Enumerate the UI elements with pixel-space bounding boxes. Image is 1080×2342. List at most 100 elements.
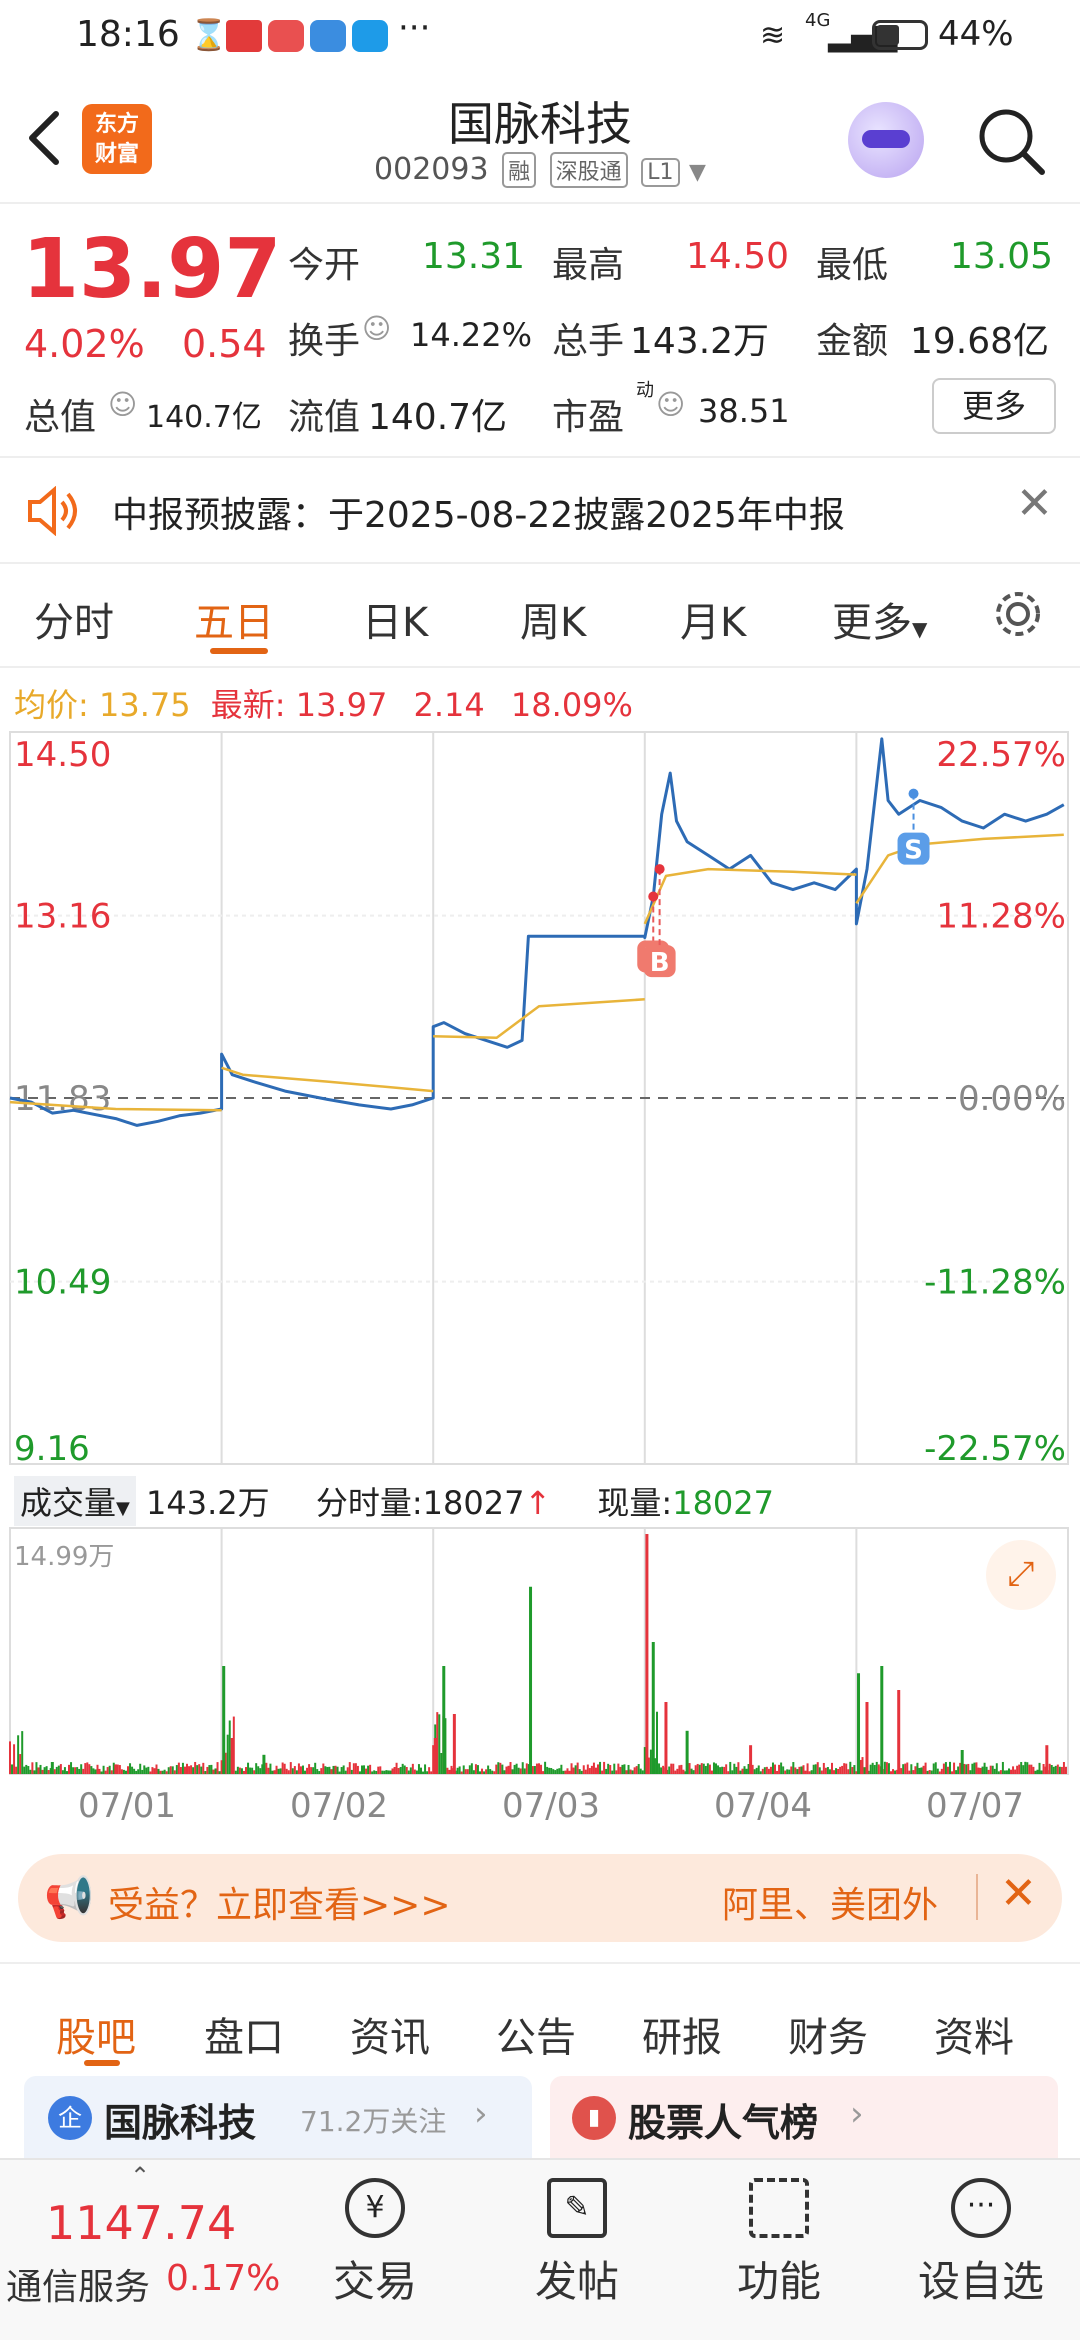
current-volume-label: 现量: [597,1484,673,1522]
latest-value: 13.97 [295,686,388,724]
huawei-icon [268,20,304,52]
index-ticker[interactable]: ⌃ 1147.74 通信服务 0.17% [6,2160,306,2342]
volume-header: 成交量▼ 143.2万 分时量:18027↑ 现量:18027 [14,1476,1080,1526]
tag-level: L1 [641,158,680,187]
divider [0,666,1080,668]
tab-weekly-k[interactable]: 周K [520,590,586,648]
tab-guba[interactable]: 股吧 [56,2005,136,2063]
date-tick: 07/04 [714,1786,812,1826]
tab-monthly-k[interactable]: 月K [680,590,746,648]
tab-daily-k[interactable]: 日K [362,590,428,648]
tab-research[interactable]: 研报 [642,2005,722,2063]
notice-bar[interactable]: 中报预披露：于2025-08-22披露2025年中报 ✕ [0,458,1080,562]
status-time: 18:16 [76,14,180,55]
volume-label: 总手 [552,321,625,362]
info-icon[interactable]: ☺ [108,388,137,421]
network-type: 4G [805,10,831,31]
marker-label: B [650,948,670,978]
high-value: 14.50 [686,236,790,277]
promo-banner[interactable]: 📢 受益？立即查看>>> 阿里、美团外 ✕ [18,1854,1062,1942]
float-value: 140.7亿 [368,397,508,438]
card-stock-name: 国脉科技 [104,2101,257,2145]
stock-header: 东方 财富 国脉科技 002093 融 深股通 L1 ▼ [0,74,1080,204]
chevron-right-icon: › [850,2094,864,2134]
nav-functions[interactable]: 功能 [704,2160,854,2309]
y-tick-right: -22.57% [924,1429,1066,1468]
popularity-card[interactable]: ▮ 股票人气榜 › [550,2076,1058,2158]
banner-left-text: 受益？立即查看>>> [108,1885,451,1926]
info-icon[interactable]: ☺ [656,388,685,421]
status-bar: 18:16 ⌛ ··· ≋ 4G ▂▄▆ 44% [0,0,1080,74]
marker-dot [908,788,919,799]
expand-icon[interactable]: ⤢ [986,1540,1056,1610]
wifi-icon: ≋ [760,18,786,53]
turnover-label: 换手 [288,321,361,362]
tab-announcements[interactable]: 公告 [496,2005,576,2063]
chg-value: 2.14 [413,686,485,724]
chevron-up-icon: ⌃ [130,2162,151,2190]
card-ranking-title: 股票人气榜 [628,2101,819,2145]
tab-more[interactable]: 更多▼ [832,590,927,648]
y-tick-right: -11.28% [924,1263,1066,1303]
nav-trade[interactable]: ¥ 交易 [300,2160,450,2309]
y-tick-left: 10.49 [14,1263,111,1303]
volume-value: 143.2万 [630,321,770,362]
tag-connect: 深股通 [549,152,628,188]
y-tick-right: 11.28% [936,897,1066,937]
volume-chart[interactable] [0,1526,1080,1786]
volume-total: 143.2万 [146,1484,270,1522]
search-icon[interactable] [974,104,1048,178]
divider [976,1874,978,1920]
minute-volume: 18027 [422,1484,525,1522]
volume-max-label: 14.99万 [14,1542,115,1572]
date-axis: 07/01 07/02 07/03 07/04 07/07 [0,1786,1080,1836]
price-chart[interactable]: 14.5013.1611.8310.499.1622.57%11.28%0.00… [0,728,1080,1468]
more-notifications-icon: ··· [398,8,431,48]
battery-level: 44% [938,14,1014,54]
tab-finance[interactable]: 财务 [788,2005,868,2063]
pe-value: 38.51 [698,392,790,430]
tab-pankou[interactable]: 盘口 [204,2005,284,2063]
more-button[interactable]: 更多 [932,378,1056,434]
avg-line [9,833,1064,1112]
avg-label: 均价: [14,686,89,724]
tab-news[interactable]: 资讯 [350,2005,430,2063]
grid-icon [749,2178,809,2238]
card-follow-count: 71.2万关注 [300,2105,447,2138]
info-icon[interactable]: ☺ [362,312,391,345]
tab-profile[interactable]: 资料 [934,2005,1014,2063]
nav-add-watchlist[interactable]: ··· 设自选 [906,2160,1056,2309]
tab-five-day[interactable]: 五日 [194,590,274,648]
y-tick-left: 9.16 [14,1429,90,1468]
amount-label: 金额 [816,321,889,362]
volume-frame [9,1527,1069,1775]
tab-intraday[interactable]: 分时 [34,590,114,648]
index-pct: 0.17% [166,2258,281,2299]
open-label: 今开 [288,245,361,286]
change-percent: 4.02% [24,322,145,366]
volume-selector[interactable]: 成交量▼ [14,1476,136,1526]
stock-bar-card[interactable]: 企 国脉科技 71.2万关注 › [24,2076,532,2158]
amount-value: 19.68亿 [910,321,1050,362]
speaker-icon [28,486,77,536]
minute-volume-label: 分时量: [315,1484,423,1522]
low-value: 13.05 [950,236,1054,277]
notice-text: 中报预披露：于2025-08-22披露2025年中报 [112,495,845,536]
battery-icon [872,20,928,50]
enterprise-icon: 企 [48,2096,92,2140]
divider [0,1962,1080,1964]
trade-icon: ¥ [345,2178,405,2238]
close-icon[interactable]: ✕ [1000,1868,1037,1919]
stock-code: 002093 [374,152,489,187]
index-name: 通信服务 [6,2267,151,2308]
assistant-robot-avatar[interactable] [848,102,924,178]
hourglass-icon: ⌛ [190,18,228,53]
close-icon[interactable]: ✕ [1016,478,1053,529]
tag-margin: 融 [502,152,537,188]
nav-post-label: 发帖 [534,2257,619,2306]
settings-icon[interactable] [990,586,1046,642]
marker-dot [648,891,659,902]
nav-post[interactable]: ✎ 发帖 [502,2160,652,2309]
search-app-icon [352,20,388,52]
tab-active-indicator [210,648,268,654]
